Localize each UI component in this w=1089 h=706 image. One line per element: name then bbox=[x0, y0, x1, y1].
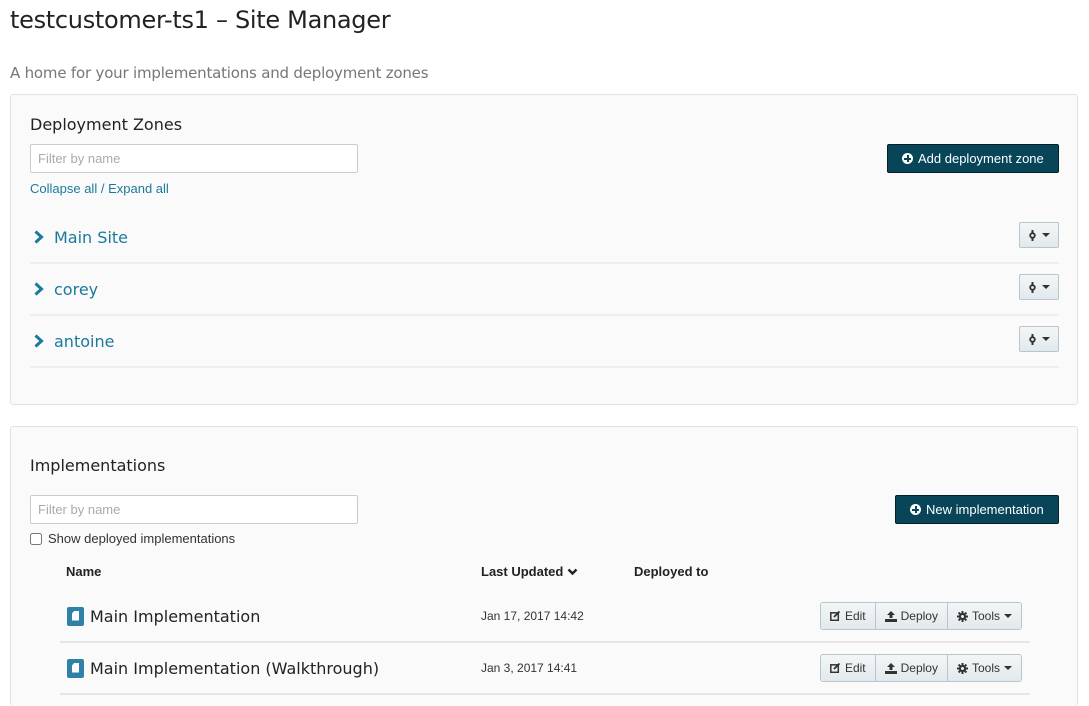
show-deployed-toggle[interactable]: Show deployed implementations bbox=[30, 531, 235, 546]
sort-chevron-down-icon bbox=[567, 568, 578, 576]
edit-button[interactable]: Edit bbox=[820, 655, 876, 681]
gear-icon bbox=[956, 610, 968, 622]
deployment-zones-title: Deployment Zones bbox=[30, 115, 183, 134]
tools-label: Tools bbox=[971, 609, 1000, 623]
zone-name[interactable]: Main Site bbox=[54, 228, 128, 247]
row-action-group: Edit Deploy Tools bbox=[819, 654, 1022, 682]
zone-settings-dropdown[interactable] bbox=[1019, 222, 1059, 248]
deploy-label: Deploy bbox=[900, 609, 938, 623]
column-header-deployed-to-label: Deployed to bbox=[634, 564, 709, 579]
document-icon bbox=[67, 658, 84, 678]
show-deployed-checkbox[interactable] bbox=[30, 532, 42, 545]
add-deployment-zone-label: Add deployment zone bbox=[918, 151, 1044, 166]
chevron-right-icon[interactable] bbox=[34, 230, 44, 244]
implementations-title: Implementations bbox=[30, 456, 166, 475]
collapse-all-link[interactable]: Collapse all bbox=[30, 181, 97, 196]
implementations-list: Main Implementation Jan 17, 2017 14:42 E… bbox=[60, 591, 1030, 695]
zone-row-corey[interactable]: corey bbox=[30, 264, 1059, 316]
edit-label: Edit bbox=[844, 609, 866, 623]
page-title: testcustomer-ts1 – Site Manager bbox=[10, 6, 391, 34]
collapse-expand-links: Collapse all / Expand all bbox=[30, 181, 169, 196]
zone-row-main-site[interactable]: Main Site bbox=[30, 212, 1059, 264]
caret-down-icon bbox=[1042, 285, 1050, 289]
column-header-name[interactable]: Name bbox=[66, 564, 101, 579]
chevron-right-icon[interactable] bbox=[34, 282, 44, 296]
show-deployed-label: Show deployed implementations bbox=[48, 531, 236, 546]
zone-list: Main Site corey antoine bbox=[30, 212, 1059, 368]
page-subtitle: A home for your implementations and depl… bbox=[10, 64, 429, 82]
plus-circle-icon bbox=[902, 153, 913, 164]
gear-icon bbox=[1028, 229, 1037, 241]
implementations-panel: Implementations Show deployed implementa… bbox=[10, 426, 1078, 706]
row-action-group: Edit Deploy Tools bbox=[819, 602, 1022, 630]
column-header-deployed-to: Deployed to bbox=[634, 564, 708, 579]
gear-icon bbox=[1028, 333, 1037, 345]
implementation-name[interactable]: Main Implementation (Walkthrough) bbox=[90, 659, 379, 678]
column-header-last-updated-label: Last Updated bbox=[481, 564, 564, 579]
edit-icon bbox=[829, 663, 841, 673]
caret-down-icon bbox=[1042, 233, 1050, 237]
deploy-button[interactable]: Deploy bbox=[875, 603, 948, 629]
document-icon bbox=[67, 606, 84, 626]
column-header-name-label: Name bbox=[66, 564, 102, 579]
implementation-row[interactable]: Main Implementation Jan 17, 2017 14:42 E… bbox=[60, 591, 1030, 643]
deployment-zones-panel: Deployment Zones Collapse all / Expand a… bbox=[10, 94, 1078, 405]
zones-filter-input[interactable] bbox=[30, 144, 358, 173]
implementations-filter-input[interactable] bbox=[30, 495, 358, 524]
caret-down-icon bbox=[1004, 614, 1012, 618]
zone-name[interactable]: antoine bbox=[54, 332, 114, 351]
zone-settings-dropdown[interactable] bbox=[1019, 274, 1059, 300]
zone-row-antoine[interactable]: antoine bbox=[30, 316, 1059, 368]
link-separator: / bbox=[100, 181, 105, 196]
gear-icon bbox=[1028, 281, 1037, 293]
column-header-last-updated[interactable]: Last Updated bbox=[481, 564, 578, 579]
gear-icon bbox=[956, 662, 968, 674]
add-deployment-zone-button[interactable]: Add deployment zone bbox=[887, 144, 1059, 173]
tools-label: Tools bbox=[971, 661, 1000, 675]
expand-all-link[interactable]: Expand all bbox=[108, 181, 169, 196]
caret-down-icon bbox=[1042, 337, 1050, 341]
zone-settings-dropdown[interactable] bbox=[1019, 326, 1059, 352]
new-implementation-label: New implementation bbox=[926, 502, 1044, 517]
implementation-last-updated: Jan 3, 2017 14:41 bbox=[481, 661, 578, 675]
caret-down-icon bbox=[1004, 666, 1012, 670]
tools-dropdown[interactable]: Tools bbox=[947, 655, 1021, 681]
implementation-last-updated: Jan 17, 2017 14:42 bbox=[481, 609, 584, 623]
upload-icon bbox=[884, 610, 897, 622]
zone-name[interactable]: corey bbox=[54, 280, 98, 299]
upload-icon bbox=[884, 662, 897, 674]
deploy-label: Deploy bbox=[900, 661, 938, 675]
new-implementation-button[interactable]: New implementation bbox=[895, 495, 1059, 524]
implementation-row[interactable]: Main Implementation (Walkthrough) Jan 3,… bbox=[60, 643, 1030, 695]
edit-button[interactable]: Edit bbox=[820, 603, 876, 629]
implementation-name[interactable]: Main Implementation bbox=[90, 607, 260, 626]
edit-label: Edit bbox=[844, 661, 866, 675]
tools-dropdown[interactable]: Tools bbox=[947, 603, 1021, 629]
deploy-button[interactable]: Deploy bbox=[875, 655, 948, 681]
edit-icon bbox=[829, 611, 841, 621]
chevron-right-icon[interactable] bbox=[34, 334, 44, 348]
plus-circle-icon bbox=[910, 504, 921, 515]
